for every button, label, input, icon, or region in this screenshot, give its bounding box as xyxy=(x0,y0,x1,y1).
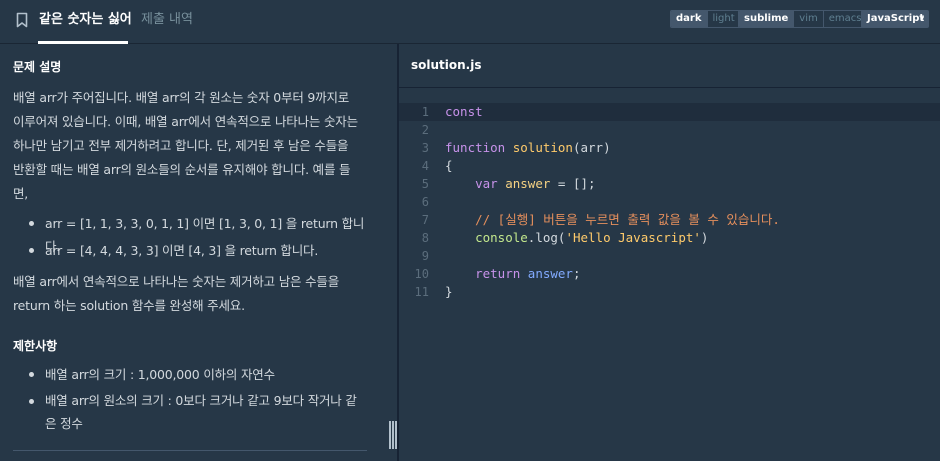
task-line: return 하는 solution 함수를 완성해 주세요. xyxy=(13,298,245,313)
constraint-item: 배열 arr의 원소의 크기 : 0보다 크거나 같고 9보다 작거나 같 은 … xyxy=(45,389,375,435)
code-token: answer xyxy=(505,176,551,191)
code-line[interactable]: 2 xyxy=(399,121,940,139)
code-line[interactable]: 6 xyxy=(399,193,940,211)
line-number: 8 xyxy=(421,231,429,245)
code-token: function xyxy=(445,140,506,155)
tab-problem[interactable]: 같은 숫자는 싫어 xyxy=(39,11,132,29)
code-token: solution xyxy=(512,140,573,155)
bullet-dot xyxy=(29,372,34,377)
caret-down-icon: ▾ xyxy=(919,14,924,23)
panel-resize-handle[interactable] xyxy=(389,421,397,449)
tab-submissions[interactable]: 제출 내역 xyxy=(141,11,193,29)
code-line[interactable]: 11 } xyxy=(399,283,940,301)
bullet-dot xyxy=(29,221,34,226)
code-line[interactable]: 3 function solution(arr) xyxy=(399,139,940,157)
code-token: (arr) xyxy=(572,140,611,155)
problem-description: 배열 arr가 주어집니다. 배열 arr의 각 원소는 숫자 0부터 9까지로… xyxy=(13,86,379,206)
line-number: 9 xyxy=(421,249,429,263)
code-line[interactable]: 1 const xyxy=(399,103,940,121)
code-token: = []; xyxy=(550,176,596,191)
code-token: ; xyxy=(572,266,581,281)
code-comment: // [실행] 버튼을 누르면 출력 값을 볼 수 있습니다. xyxy=(475,212,780,227)
code-string: 'Hello Javascript' xyxy=(565,230,701,245)
code-token: const xyxy=(445,104,483,119)
constraints-title: 제한사항 xyxy=(13,339,58,353)
theme-toggle: dark light xyxy=(670,10,741,28)
line-number: 2 xyxy=(421,123,429,137)
problem-task: 배열 arr에서 연속적으로 나타나는 숫자는 제거하고 남은 수들을 retu… xyxy=(13,270,379,318)
desc-line: 하나만 남기고 전부 제거하려고 합니다. 단, 제거된 후 남은 수들을 xyxy=(13,138,349,153)
code-line[interactable]: 10 return answer; xyxy=(399,265,940,283)
code-line[interactable]: 9 xyxy=(399,247,940,265)
code-token: .log( xyxy=(527,230,566,245)
code-line[interactable]: 4 { xyxy=(399,157,940,175)
code-token: ) xyxy=(700,230,709,245)
keymap-sublime-button[interactable]: sublime xyxy=(739,11,794,27)
code-token: { xyxy=(445,158,453,173)
line-number: 7 xyxy=(421,213,429,227)
bullet-dot xyxy=(29,248,34,253)
line-number: 1 xyxy=(421,105,429,119)
line-number: 11 xyxy=(414,285,429,299)
keymap-emacs-button[interactable]: emacs xyxy=(822,11,867,27)
code-line[interactable]: 8 console.log('Hello Javascript') xyxy=(399,229,940,247)
constraint-line: 배열 arr의 원소의 크기 : 0보다 크거나 같고 9보다 작거나 같 xyxy=(45,393,357,408)
code-editor[interactable]: 1 const 2 3 function solution(arr) 4 { 5… xyxy=(399,89,940,461)
constraint-line: 은 정수 xyxy=(45,416,83,431)
constraint-item: 배열 arr의 크기 : 1,000,000 이하의 자연수 xyxy=(45,363,375,386)
problem-title: 문제 설명 xyxy=(13,60,62,74)
code-token: console xyxy=(475,230,528,245)
keymap-toggle: sublime vim emacs xyxy=(738,10,868,28)
language-select-value: JavaScript xyxy=(867,13,925,24)
task-line: 배열 arr에서 연속적으로 나타나는 숫자는 제거하고 남은 수들을 xyxy=(13,274,340,289)
theme-light-button[interactable]: light xyxy=(706,11,740,27)
constraint-line: 배열 arr의 크기 : 1,000,000 이하의 자연수 xyxy=(45,367,275,382)
line-number: 3 xyxy=(421,141,429,155)
desc-line: 반환할 때는 배열 arr의 원소들의 순서를 유지해야 합니다. 예를 들 xyxy=(13,162,351,177)
top-bar: 같은 숫자는 싫어 제출 내역 dark light sublime vim e… xyxy=(0,0,940,44)
line-number: 5 xyxy=(421,177,429,191)
code-token: } xyxy=(445,284,453,299)
keymap-vim-button[interactable]: vim xyxy=(793,11,823,27)
code-token: answer xyxy=(527,266,573,281)
line-number: 10 xyxy=(414,267,429,281)
line-number: 6 xyxy=(421,195,429,209)
code-token: return xyxy=(475,266,521,281)
code-line[interactable]: 7 // [실행] 버튼을 누르면 출력 값을 볼 수 있습니다. xyxy=(399,211,940,229)
line-number: 4 xyxy=(421,159,429,173)
section-divider xyxy=(13,450,367,451)
bookmark-icon[interactable] xyxy=(16,12,28,28)
example-item: arr = [4, 4, 4, 3, 3] 이면 [4, 3] 을 return… xyxy=(45,243,319,258)
desc-line: 면, xyxy=(13,186,29,201)
theme-dark-button[interactable]: dark xyxy=(671,11,707,27)
desc-line: 이루어져 있습니다. 이때, 배열 arr에서 연속적으로 나타나는 숫자는 xyxy=(13,114,358,129)
bullet-dot xyxy=(29,399,34,404)
language-select[interactable]: JavaScript ▾ xyxy=(861,10,929,28)
code-token: var xyxy=(475,176,498,191)
file-name: solution.js xyxy=(411,58,482,72)
desc-line: 배열 arr가 주어집니다. 배열 arr의 각 원소는 숫자 0부터 9까지로 xyxy=(13,90,350,105)
code-line[interactable]: 5 var answer = []; xyxy=(399,175,940,193)
editor-header: solution.js xyxy=(399,44,940,88)
